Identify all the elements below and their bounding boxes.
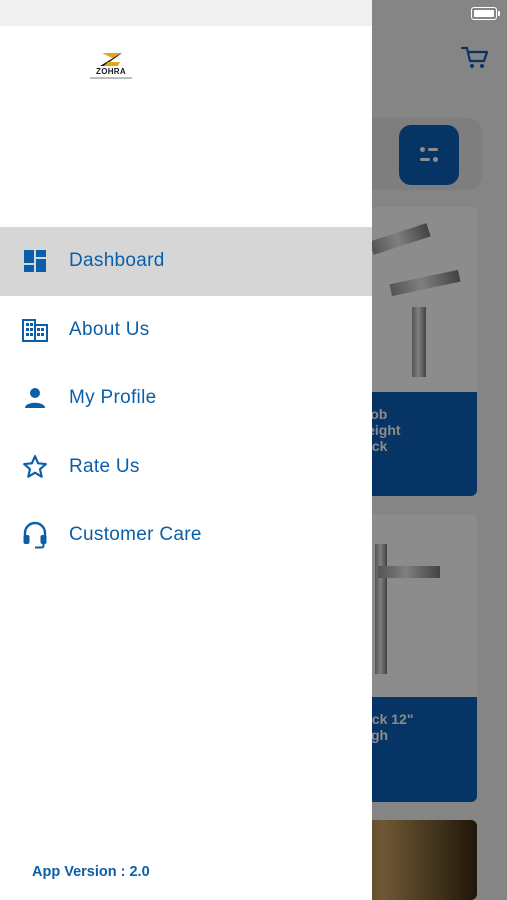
menu-label: Rate Us — [69, 455, 140, 477]
person-icon — [22, 385, 48, 411]
menu-label: Dashboard — [69, 250, 165, 272]
battery-tip — [498, 11, 500, 16]
menu-item-customer-care[interactable]: Customer Care — [0, 501, 372, 570]
menu-label: About Us — [69, 318, 150, 340]
menu-item-about-us[interactable]: About Us — [0, 296, 372, 365]
drawer-menu: Dashboard About Us My Profile Rate Us Cu… — [0, 227, 372, 570]
menu-item-dashboard[interactable]: Dashboard — [0, 227, 372, 296]
headset-icon — [22, 522, 48, 549]
battery-icon — [471, 7, 497, 20]
menu-label: My Profile — [69, 387, 157, 409]
logo-tagline — [90, 77, 132, 79]
dashboard-icon — [22, 248, 48, 274]
brand-logo: ZOHRA — [88, 52, 134, 84]
menu-item-my-profile[interactable]: My Profile — [0, 364, 372, 433]
menu-item-rate-us[interactable]: Rate Us — [0, 433, 372, 502]
app-version: App Version : 2.0 — [32, 864, 150, 880]
menu-label: Customer Care — [69, 524, 202, 546]
logo-mark-icon — [100, 53, 122, 66]
building-icon — [22, 317, 48, 343]
logo-text: ZOHRA — [96, 67, 126, 76]
star-icon — [22, 454, 48, 480]
navigation-drawer: ZOHRA Dashboard About Us My Profile Rate… — [0, 0, 372, 900]
drawer-status-area — [0, 0, 372, 26]
